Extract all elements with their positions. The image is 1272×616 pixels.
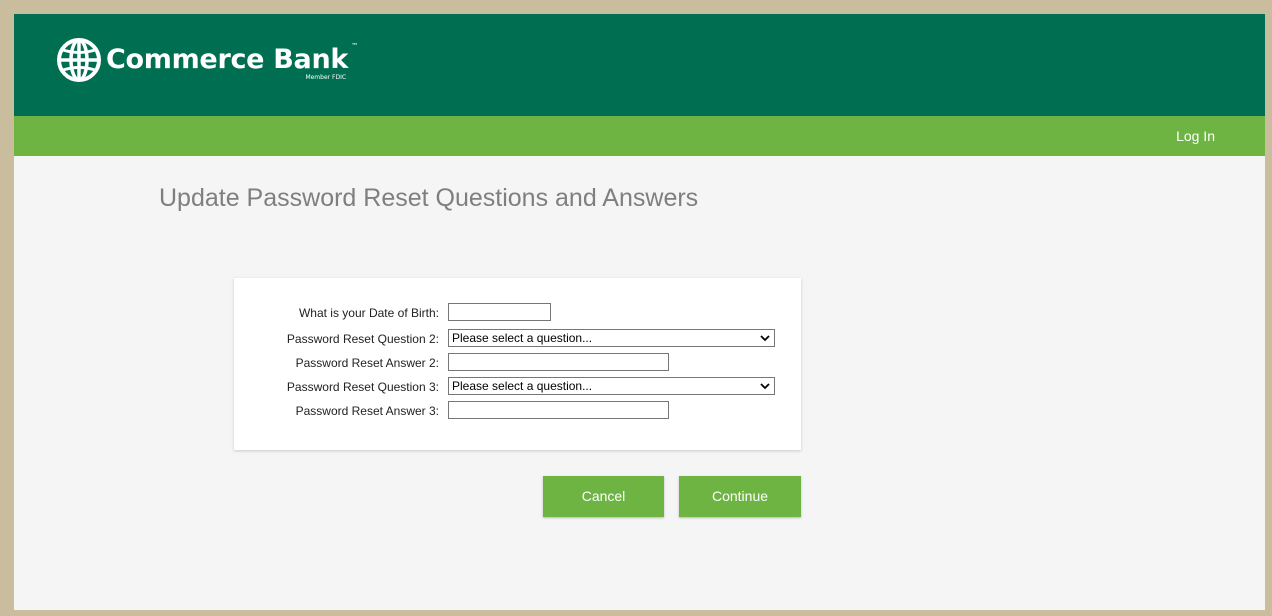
chevron-down-icon (760, 383, 770, 390)
login-link[interactable]: Log In (1176, 116, 1215, 156)
answer2-field[interactable] (448, 353, 669, 371)
nav-bar: Log In (14, 116, 1265, 156)
question2-label: Password Reset Question 2: (286, 332, 439, 346)
answer3-field[interactable] (448, 401, 669, 419)
question2-select[interactable]: Please select a question... (448, 329, 775, 347)
page-frame: Commerce Bank ™ Member FDIC Log In Updat… (14, 14, 1265, 610)
member-fdic-label: Member FDIC (305, 74, 347, 81)
continue-button[interactable]: Continue (679, 476, 801, 517)
bank-logo[interactable]: Commerce Bank ™ Member FDIC (56, 36, 358, 84)
cancel-button[interactable]: Cancel (543, 476, 664, 517)
dob-field[interactable] (448, 303, 551, 321)
page-title: Update Password Reset Questions and Answ… (159, 184, 699, 212)
dob-row: What is your Date of Birth: (234, 303, 801, 323)
question2-row: Password Reset Question 2: Please select… (234, 329, 801, 349)
question3-selected: Please select a question... (452, 379, 593, 393)
dob-label: What is your Date of Birth: (298, 306, 439, 320)
answer2-label: Password Reset Answer 2: (295, 356, 439, 370)
answer3-label: Password Reset Answer 3: (295, 404, 439, 418)
answer3-row: Password Reset Answer 3: (234, 401, 801, 421)
question3-row: Password Reset Question 3: Please select… (234, 377, 801, 397)
question3-select[interactable]: Please select a question... (448, 377, 775, 395)
answer2-row: Password Reset Answer 2: (234, 353, 801, 373)
question3-label: Password Reset Question 3: (286, 380, 439, 394)
chevron-down-icon (760, 335, 770, 342)
form-panel: What is your Date of Birth: Password Res… (234, 278, 801, 450)
brand-name: Commerce Bank (106, 44, 349, 75)
logo-wordmark: Commerce Bank ™ Member FDIC (106, 36, 358, 84)
header-bar: Commerce Bank ™ Member FDIC (14, 14, 1265, 116)
trademark-mark: ™ (351, 42, 359, 50)
globe-icon (57, 38, 101, 82)
question2-selected: Please select a question... (452, 331, 593, 345)
